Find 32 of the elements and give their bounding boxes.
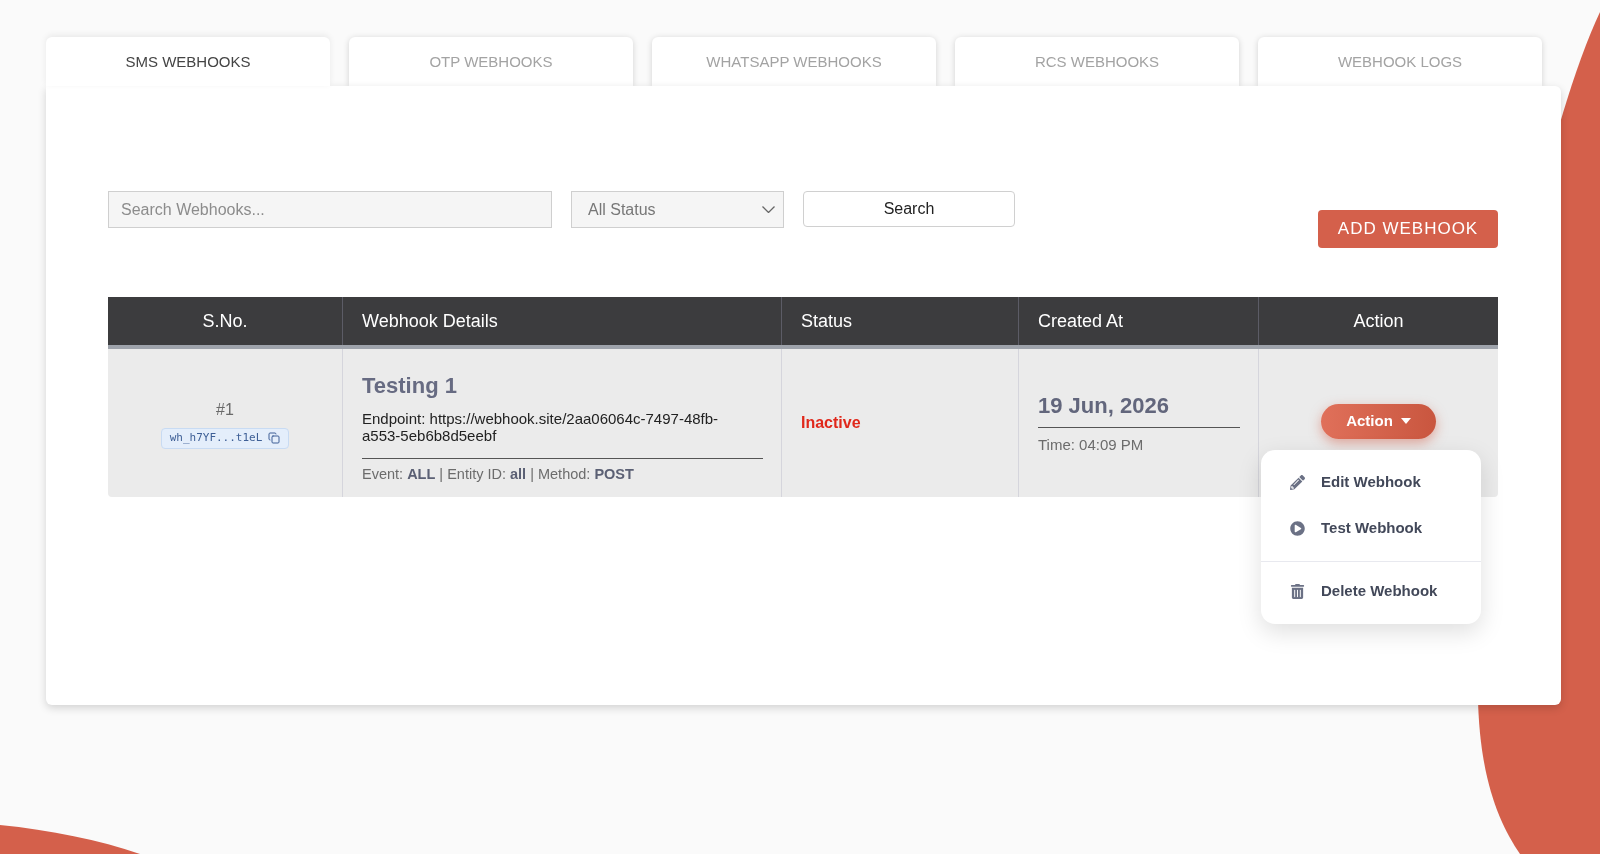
webhook-name: Testing 1: [362, 374, 458, 399]
created-date: 19 Jun, 2026: [1038, 389, 1240, 429]
trash-icon: [1290, 583, 1305, 599]
column-header: Webhook Details: [342, 297, 781, 345]
tab[interactable]: OTP WEBHOOKS: [349, 37, 633, 86]
play-icon: [1290, 520, 1305, 536]
tab[interactable]: SMS WEBHOOKS: [46, 37, 330, 86]
pencil-icon: [1290, 474, 1305, 490]
column-header: Status: [781, 297, 1018, 345]
tab[interactable]: WHATSAPP WEBHOOKS: [652, 37, 936, 86]
status-text: Inactive: [801, 413, 861, 433]
caret-icon: [1400, 418, 1411, 424]
search-button[interactable]: Search: [803, 191, 1015, 227]
webhook-meta: Event: ALL | Entity ID: all | Method: POST: [362, 465, 635, 485]
menu-item[interactable]: Edit Webhook: [1261, 459, 1481, 505]
column-header: Created At: [1018, 297, 1258, 345]
add-webhook-button[interactable]: ADD WEBHOOK: [1318, 210, 1498, 248]
search-field[interactable]: Search Webhooks...: [108, 191, 552, 228]
webhook-id-chip[interactable]: wh_h7YF...t1eL: [160, 427, 290, 449]
action-button[interactable]: Action: [1321, 403, 1436, 439]
column-header: S.No.: [201, 309, 249, 333]
chevron-down-icon: [762, 206, 775, 213]
menu-item[interactable]: Delete Webhook: [1261, 568, 1481, 614]
menu-item[interactable]: Test Webhook: [1261, 505, 1481, 551]
status-select[interactable]: All Status: [571, 191, 784, 228]
serial-number: #1: [216, 399, 234, 420]
column-header: Action: [1258, 297, 1498, 345]
endpoint-text: Endpoint: https://webhook.site/2aa06064c-7497-48fb-a553-5eb6b8d5eebf: [362, 410, 720, 445]
created-time: Time: 04:09 PM: [1038, 435, 1145, 456]
tab[interactable]: WEBHOOK LOGS: [1258, 37, 1542, 86]
tab[interactable]: RCS WEBHOOKS: [955, 37, 1239, 86]
copy-icon: [268, 432, 281, 444]
